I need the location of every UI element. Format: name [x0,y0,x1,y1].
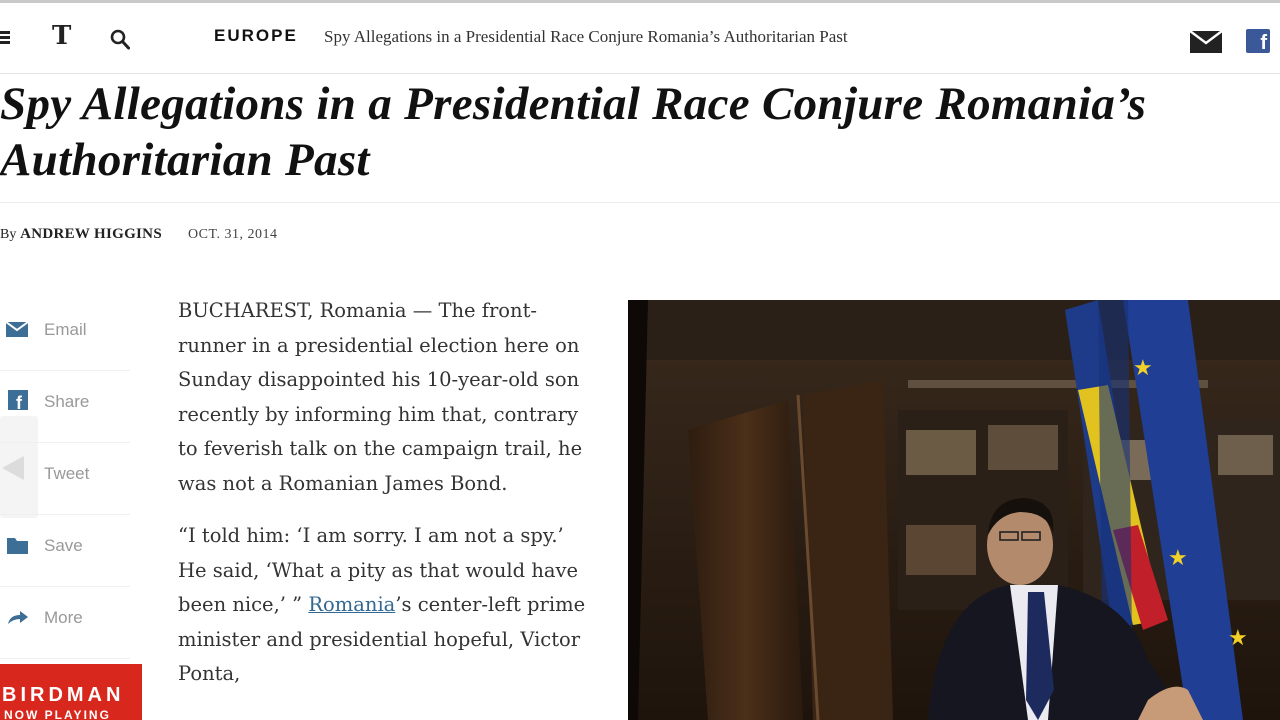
birdman-ad[interactable]: BIRDMAN NOW PLAYING [0,664,142,720]
romania-link[interactable]: Romania [308,593,395,616]
article-body: BUCHAREST, Romania — The front-runner in… [178,294,588,710]
article-photo[interactable]: ★ ★ ★ [628,300,1280,720]
svg-text:f: f [16,393,23,412]
top-navigation-bar: T EUROPE Spy Allegations in a Presidenti… [0,3,1280,74]
author-link[interactable]: ANDREW HIGGINS [20,226,162,242]
share-save-button[interactable]: Save [0,516,130,587]
share-tweet-label: Tweet [44,464,90,483]
facebook-icon: f [8,390,28,412]
ad-title: BIRDMAN [2,684,125,706]
folder-icon [7,538,28,554]
svg-text:★: ★ [1133,356,1153,381]
share-more-button[interactable]: More [0,588,130,659]
share-save-label: Save [44,536,83,555]
ad-subtitle: NOW PLAYING [4,708,111,720]
byline-prefix: By [0,227,17,242]
divider [0,202,1280,203]
section-link-europe[interactable]: EUROPE [214,26,298,46]
nyt-logo[interactable]: T [52,21,71,51]
share-tweet-button[interactable]: Tweet [0,444,130,515]
facebook-icon[interactable]: f [1246,29,1270,53]
article-headline: Spy Allegations in a Presidential Race C… [0,78,1147,186]
header-article-title: Spy Allegations in a Presidential Race C… [324,27,848,46]
share-email-button[interactable]: Email [0,300,130,371]
byline: By ANDREW HIGGINS [0,226,162,243]
share-email-label: Email [44,320,87,339]
share-more-label: More [44,608,83,627]
mail-icon[interactable] [1190,31,1222,53]
share-facebook-label: Share [44,392,90,411]
article-paragraph: BUCHAREST, Romania — The front-runner in… [178,299,583,495]
share-facebook-button[interactable]: f Share [0,372,130,443]
arrow-icon [8,611,28,624]
svg-text:★: ★ [1168,546,1188,571]
svg-text:★: ★ [1228,626,1248,651]
hamburger-menu-icon[interactable] [0,31,10,45]
envelope-icon [5,321,29,337]
article-paragraph: “I told him: ‘I am sorry. I am not a spy… [178,519,588,692]
publish-date: OCT. 31, 2014 [188,227,278,242]
photo-scene: ★ ★ ★ [628,300,1280,720]
search-icon[interactable] [110,29,130,51]
